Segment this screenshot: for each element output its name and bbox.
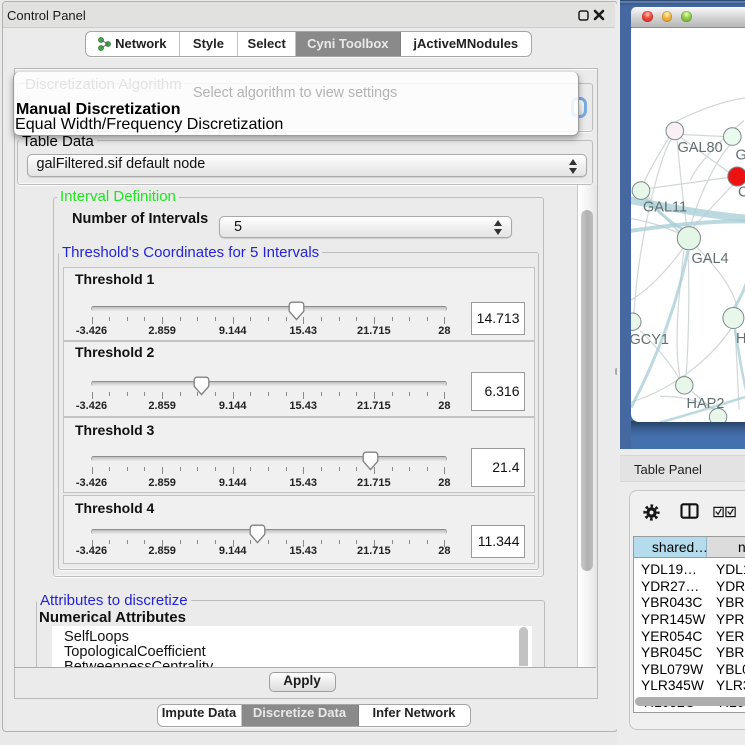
svg-text:HAP2: HAP2 — [687, 396, 725, 412]
svg-text:GCY1: GCY1 — [631, 332, 669, 348]
svg-text:HIS7: HIS7 — [736, 331, 745, 347]
svg-text:GAL11: GAL11 — [643, 199, 687, 215]
svg-text:CYC: CYC — [738, 184, 745, 200]
svg-text:GAL1: GAL1 — [736, 147, 745, 163]
svg-text:GAL80: GAL80 — [678, 140, 723, 156]
svg-text:GAL4: GAL4 — [692, 251, 729, 267]
